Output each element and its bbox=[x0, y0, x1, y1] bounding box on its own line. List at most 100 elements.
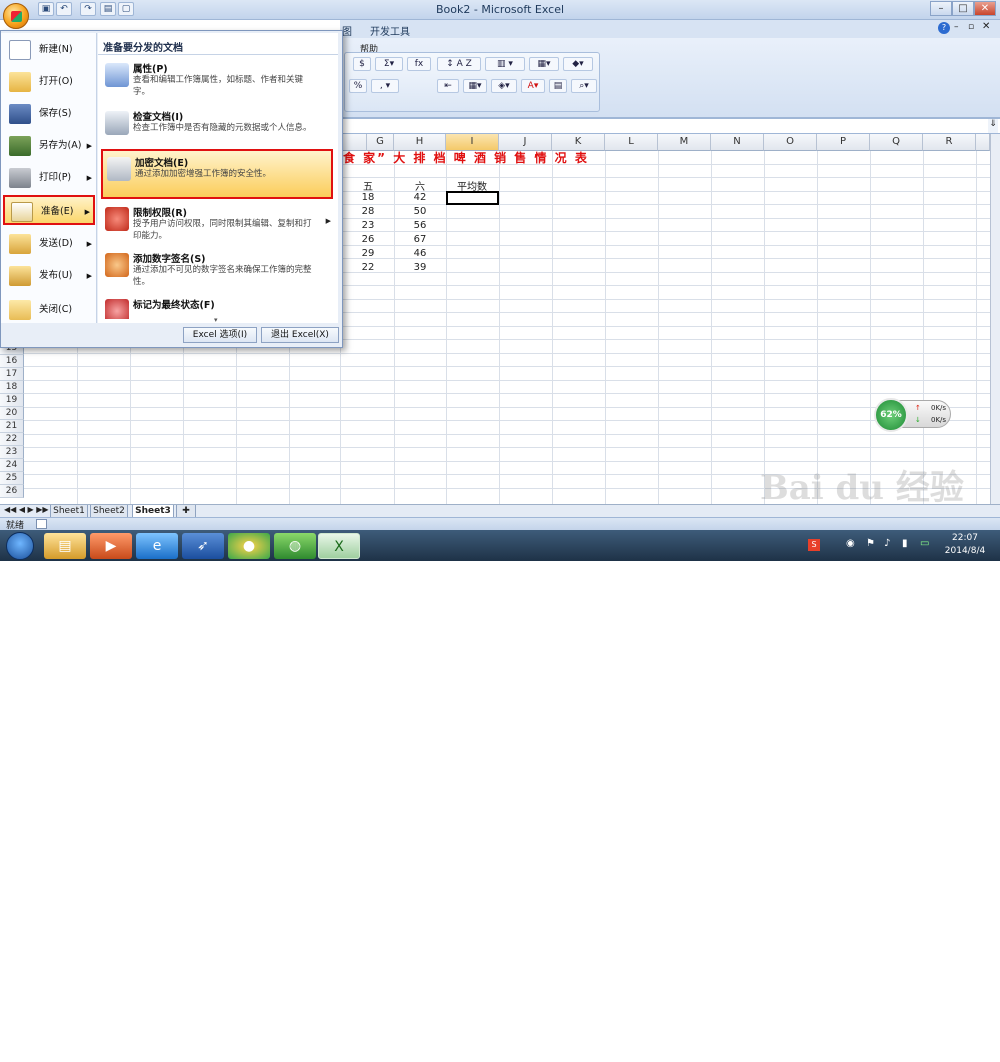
autosum-icon[interactable]: Σ▾ bbox=[375, 57, 403, 71]
menu-item-publish[interactable]: 发布(U) ▶ bbox=[3, 261, 95, 291]
row-header[interactable]: 22 bbox=[0, 433, 24, 446]
row-header[interactable]: 19 bbox=[0, 394, 24, 407]
column-header[interactable]: N bbox=[711, 134, 764, 151]
data-cell[interactable]: 18 bbox=[342, 192, 394, 203]
excel-options-button[interactable]: Excel 选项(I) bbox=[183, 327, 257, 343]
excel-taskbar-icon[interactable]: X bbox=[318, 533, 360, 559]
submenu-item-signature[interactable]: 添加数字签名(S) 通过添加不可见的数字签名来确保工作簿的完整性。 bbox=[101, 247, 333, 291]
column-header[interactable]: P bbox=[817, 134, 870, 151]
open-quick-icon[interactable]: ▤ bbox=[100, 2, 116, 16]
column-header[interactable]: Q bbox=[870, 134, 923, 151]
menu-item-new[interactable]: 新建(N) bbox=[3, 35, 95, 65]
ribbon-close-icon[interactable]: ✕ bbox=[982, 21, 990, 32]
row-header[interactable]: 20 bbox=[0, 407, 24, 420]
media-player-taskbar-icon[interactable]: ▶ bbox=[90, 533, 132, 559]
submenu-item-restrict[interactable]: 限制权限(R) 授予用户访问权限，同时限制其编辑、复制和打印能力。 ▶ bbox=[101, 201, 333, 245]
tab-view[interactable]: 图 bbox=[342, 23, 352, 38]
row-header[interactable]: 26 bbox=[0, 485, 24, 498]
menu-item-save[interactable]: 保存(S) bbox=[3, 99, 95, 129]
menu-item-print[interactable]: 打印(P) ▶ bbox=[3, 163, 95, 193]
data-cell[interactable]: 46 bbox=[394, 248, 446, 259]
redo-icon[interactable]: ↷ bbox=[80, 2, 96, 16]
chat-app-taskbar-icon[interactable]: ◍ bbox=[274, 533, 316, 559]
row-header[interactable]: 21 bbox=[0, 420, 24, 433]
data-cell[interactable]: 39 bbox=[394, 262, 446, 273]
menu-item-prepare[interactable]: 准备(E) ▶ bbox=[3, 195, 95, 225]
row-header[interactable]: 24 bbox=[0, 459, 24, 472]
data-cell[interactable]: 56 bbox=[394, 220, 446, 231]
office-button[interactable] bbox=[3, 3, 29, 29]
data-cell[interactable]: 26 bbox=[342, 234, 394, 245]
tray-flag-icon[interactable]: ⚑ bbox=[866, 538, 875, 549]
chrome-taskbar-icon[interactable]: ● bbox=[228, 533, 270, 559]
minimize-button[interactable]: – bbox=[930, 1, 952, 16]
conditional-format-icon[interactable]: ◆▾ bbox=[563, 57, 593, 71]
row-header[interactable]: 23 bbox=[0, 446, 24, 459]
menu-item-send[interactable]: 发送(D) ▶ bbox=[3, 229, 95, 259]
fill-color-icon[interactable]: ◈▾ bbox=[491, 79, 517, 93]
data-cell[interactable]: 28 bbox=[342, 206, 394, 217]
explorer-taskbar-icon[interactable]: ▤ bbox=[44, 533, 86, 559]
header-cell[interactable]: 五 bbox=[342, 178, 394, 193]
clock-date[interactable]: 2014/8/4 bbox=[940, 546, 990, 556]
borders-icon[interactable]: ▦▾ bbox=[463, 79, 487, 93]
sheet-title-cell[interactable]: 食 家” 大 排 档 啤 酒 销 售 情 况 表 bbox=[343, 149, 589, 166]
row-header[interactable]: 16 bbox=[0, 355, 24, 368]
bird-app-taskbar-icon[interactable]: ➶ bbox=[182, 533, 224, 559]
tray-qq-icon[interactable]: ◉ bbox=[846, 538, 855, 549]
data-cell[interactable]: 29 bbox=[342, 248, 394, 259]
submenu-item-inspect[interactable]: 检查文档(I) 检查工作簿中是否有隐藏的元数据或个人信息。 bbox=[101, 105, 333, 149]
formula-bar[interactable]: ⇓ bbox=[340, 118, 1000, 134]
selected-cell[interactable] bbox=[446, 191, 499, 205]
data-cell[interactable]: 23 bbox=[342, 220, 394, 231]
save-quick-icon[interactable]: ▣ bbox=[38, 2, 54, 16]
ribbon-restore-icon[interactable]: ▫ bbox=[968, 22, 974, 32]
function-icon[interactable]: fx bbox=[407, 57, 431, 71]
ribbon-minimize-icon[interactable]: – bbox=[954, 22, 959, 32]
submenu-item-properties[interactable]: 属性(P) 查看和编辑工作簿属性，如标题、作者和关键字。 bbox=[101, 57, 333, 101]
data-cell[interactable]: 50 bbox=[394, 206, 446, 217]
menu-item-close[interactable]: 关闭(C) bbox=[3, 295, 95, 325]
tray-battery-icon[interactable]: ▭ bbox=[920, 538, 929, 549]
sheet-nav-arrows-icon[interactable]: ◀◀ ◀ ▶ ▶▶ bbox=[4, 505, 49, 514]
submenu-scroll-down-icon[interactable]: ▾ bbox=[214, 316, 218, 324]
ie-taskbar-icon[interactable]: e bbox=[136, 533, 178, 559]
indent-icon[interactable]: ⇤ bbox=[437, 79, 459, 93]
tab-developer[interactable]: 开发工具 bbox=[370, 23, 410, 38]
new-quick-icon[interactable]: ▢ bbox=[118, 2, 134, 16]
expand-formula-bar-icon[interactable]: ⇓ bbox=[988, 119, 998, 133]
column-header[interactable] bbox=[976, 134, 990, 151]
maximize-button[interactable]: □ bbox=[952, 1, 974, 16]
comma-style-icon[interactable]: , ▾ bbox=[371, 79, 399, 93]
exit-excel-button[interactable]: 退出 Excel(X) bbox=[261, 327, 339, 343]
vertical-scrollbar[interactable] bbox=[990, 134, 1000, 504]
macro-record-icon[interactable] bbox=[36, 519, 47, 529]
header-cell[interactable]: 六 bbox=[394, 178, 446, 193]
percent-icon[interactable]: % bbox=[349, 79, 367, 93]
tray-s-icon[interactable]: S bbox=[808, 539, 820, 551]
column-header[interactable]: O bbox=[764, 134, 817, 151]
start-button-icon[interactable] bbox=[6, 532, 34, 560]
tray-volume-icon[interactable]: ♪ bbox=[884, 538, 890, 549]
menu-item-save-as[interactable]: 另存为(A) ▶ bbox=[3, 131, 95, 161]
font-color-icon[interactable]: A▾ bbox=[521, 79, 545, 93]
data-cell[interactable]: 42 bbox=[394, 192, 446, 203]
submenu-item-encrypt[interactable]: 加密文档(E) 通过添加加密增强工作簿的安全性。 bbox=[101, 149, 333, 199]
currency-icon[interactable]: $ bbox=[353, 57, 371, 71]
close-window-button[interactable]: ✕ bbox=[974, 1, 996, 16]
format-cells-icon[interactable]: ▤ bbox=[549, 79, 567, 93]
data-cell[interactable]: 67 bbox=[394, 234, 446, 245]
undo-icon[interactable]: ↶ bbox=[56, 2, 72, 16]
table-icon[interactable]: ▦▾ bbox=[529, 57, 559, 71]
find-select-icon[interactable]: ⌕▾ bbox=[571, 79, 597, 93]
column-header[interactable]: R bbox=[923, 134, 976, 151]
row-header[interactable]: 18 bbox=[0, 381, 24, 394]
tray-network-icon[interactable]: ▮ bbox=[902, 538, 908, 549]
data-cell[interactable]: 22 bbox=[342, 262, 394, 273]
insert-chart-icon[interactable]: ▥ ▾ bbox=[485, 57, 525, 71]
sort-icon[interactable]: ↕ A Z bbox=[437, 57, 481, 71]
help-icon[interactable]: ? bbox=[938, 22, 950, 34]
menu-item-open[interactable]: 打开(O) bbox=[3, 67, 95, 97]
row-header[interactable]: 17 bbox=[0, 368, 24, 381]
clock-time[interactable]: 22:07 bbox=[945, 533, 985, 543]
